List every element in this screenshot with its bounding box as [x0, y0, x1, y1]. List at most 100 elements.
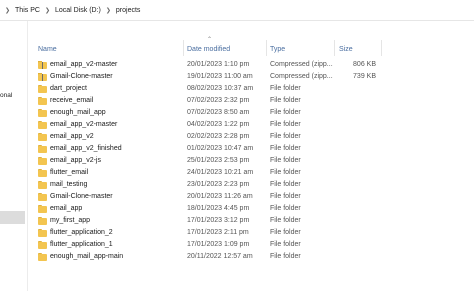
file-row[interactable]: dart_project 08/02/2023 10:37 am File fold… [0, 83, 474, 95]
file-name: email_app_v2_finished [50, 144, 122, 152]
file-date-modified: 17/01/2023 2:11 pm [187, 228, 249, 236]
file-type: File folder [270, 156, 301, 164]
file-row[interactable]: Gmail-Clone-master 19/01/2023 11:00 am Com… [0, 71, 474, 83]
breadcrumb-projects[interactable]: projects [116, 7, 141, 14]
file-date-modified: 07/02/2023 2:32 pm [187, 96, 250, 104]
column-separator[interactable] [334, 40, 335, 56]
chevron-right-icon: ❯ [105, 7, 111, 14]
file-row[interactable]: flutter_application_2 17/01/2023 2:11 pm F… [0, 227, 474, 239]
file-name: mail_testing [50, 180, 88, 188]
file-name: Gmail-Clone-master [50, 192, 113, 200]
file-type: File folder [270, 216, 301, 224]
column-separator[interactable] [266, 40, 267, 56]
file-date-modified: 25/01/2023 2:53 pm [187, 156, 250, 164]
file-type: File folder [270, 144, 301, 152]
file-row[interactable]: flutter_application_1 17/01/2023 1:09 pm F… [0, 239, 474, 251]
file-date-modified: 07/02/2023 8:50 am [187, 108, 250, 116]
file-name: my_first_app [50, 216, 91, 224]
file-date-modified: 01/02/2023 10:47 am [187, 144, 254, 152]
folder-icon [38, 180, 47, 189]
column-separator[interactable] [183, 40, 184, 56]
file-type: File folder [270, 180, 301, 188]
folder-icon [38, 156, 47, 165]
file-name: enough_mail_app [50, 108, 106, 116]
file-row[interactable]: receive_email 07/02/2023 2:32 pm File fold… [0, 95, 474, 107]
file-type: File folder [270, 96, 301, 104]
file-type: Compressed (zipp... [270, 61, 333, 68]
file-name: receive_email [50, 96, 94, 104]
file-name: flutter_application_1 [50, 240, 113, 248]
file-type: File folder [270, 120, 301, 128]
file-date-modified: 17/01/2023 1:09 pm [187, 240, 250, 248]
folder-icon [38, 204, 47, 213]
file-type: File folder [270, 132, 301, 140]
column-header-date[interactable]: Date modified [187, 43, 230, 55]
file-row[interactable]: email_app_v2-js 25/01/2023 2:53 pm File fo… [0, 155, 474, 167]
column-header-name[interactable]: Name [38, 43, 57, 55]
file-size: 739 KB [353, 72, 376, 80]
breadcrumb: ❯ This PC ❯ Local Disk (D:) ❯ projects [0, 3, 140, 17]
file-date-modified: 20/01/2023 11:26 am [187, 192, 253, 200]
file-name: Gmail-Clone-master [50, 72, 113, 80]
file-row[interactable]: flutter_email 24/01/2023 10:21 am File fol… [0, 167, 474, 179]
chevron-right-icon: ❯ [5, 7, 11, 14]
folder-icon [38, 84, 47, 93]
column-header-size[interactable]: Size [339, 43, 353, 55]
file-name: enough_mail_app-main [50, 252, 124, 260]
file-date-modified: 17/01/2023 3:12 pm [187, 216, 250, 224]
file-date-modified: 18/01/2023 4:45 pm [187, 204, 250, 212]
file-row[interactable]: Gmail-Clone-master 20/01/2023 11:26 am Fil… [0, 191, 474, 203]
column-separator[interactable] [381, 40, 382, 56]
folder-icon [38, 228, 47, 237]
file-name: email_app [50, 204, 83, 212]
folder-icon [38, 108, 47, 117]
file-row[interactable]: enough_mail_app 07/02/2023 8:50 am File fo… [0, 107, 474, 119]
file-row[interactable]: email_app_v2-master 04/02/2023 1:22 pm Fil… [0, 119, 474, 131]
file-row[interactable]: email_app_v2_finished 01/02/2023 10:47 am… [0, 143, 474, 155]
file-row[interactable]: enough_mail_app-main 20/11/2022 12:57 am F… [0, 251, 474, 263]
folder-icon [38, 96, 47, 105]
address-bar-divider [0, 20, 474, 21]
file-row[interactable]: my_first_app 17/01/2023 3:12 pm File folde… [0, 215, 474, 227]
zip-folder-icon [38, 61, 47, 69]
file-row[interactable]: email_app_v2 02/02/2023 2:28 pm File folde… [0, 131, 474, 143]
file-date-modified: 04/02/2023 1:22 pm [187, 120, 250, 128]
file-type: File folder [270, 240, 301, 248]
file-name: email_app_v2-master [50, 61, 118, 68]
file-name: email_app_v2-js [50, 156, 101, 164]
breadcrumb-local-disk[interactable]: Local Disk (D:) [55, 7, 101, 14]
file-type: File folder [270, 192, 301, 200]
sort-caret-icon: ⌃ [207, 37, 213, 43]
file-type: File folder [270, 84, 301, 92]
folder-icon [38, 144, 47, 153]
file-date-modified: 08/02/2023 10:37 am [187, 84, 254, 92]
breadcrumb-this-pc[interactable]: This PC [15, 7, 40, 14]
file-date-modified: 20/01/2023 1:10 pm [187, 61, 250, 68]
file-name: email_app_v2-master [50, 120, 118, 128]
folder-icon [38, 192, 47, 201]
file-name: email_app_v2 [50, 132, 94, 140]
file-date-modified: 23/01/2023 2:23 pm [187, 180, 250, 188]
folder-icon [38, 252, 47, 261]
folder-icon [38, 120, 47, 129]
zip-folder-icon [38, 72, 47, 81]
folder-icon [38, 168, 47, 177]
chevron-right-icon: ❯ [44, 7, 50, 14]
file-size: 806 KB [353, 61, 376, 68]
file-type: File folder [270, 108, 301, 116]
file-name: dart_project [50, 84, 87, 92]
file-type: File folder [270, 252, 301, 260]
column-header-type[interactable]: Type [270, 43, 285, 55]
file-name: flutter_application_2 [50, 228, 113, 236]
file-row[interactable]: mail_testing 23/01/2023 2:23 pm File folde… [0, 179, 474, 191]
file-date-modified: 19/01/2023 11:00 am [187, 72, 253, 80]
file-type: Compressed (zipp... [270, 72, 333, 80]
file-date-modified: 02/02/2023 2:28 pm [187, 132, 250, 140]
file-name: flutter_email [50, 168, 89, 176]
file-row[interactable]: email_app 18/01/2023 4:45 pm File folder [0, 203, 474, 215]
folder-icon [38, 240, 47, 249]
file-row[interactable]: email_app_v2-master 20/01/2023 1:10 pm Com… [0, 59, 474, 71]
file-date-modified: 24/01/2023 10:21 am [187, 168, 254, 176]
file-type: File folder [270, 228, 301, 236]
folder-icon [38, 216, 47, 225]
